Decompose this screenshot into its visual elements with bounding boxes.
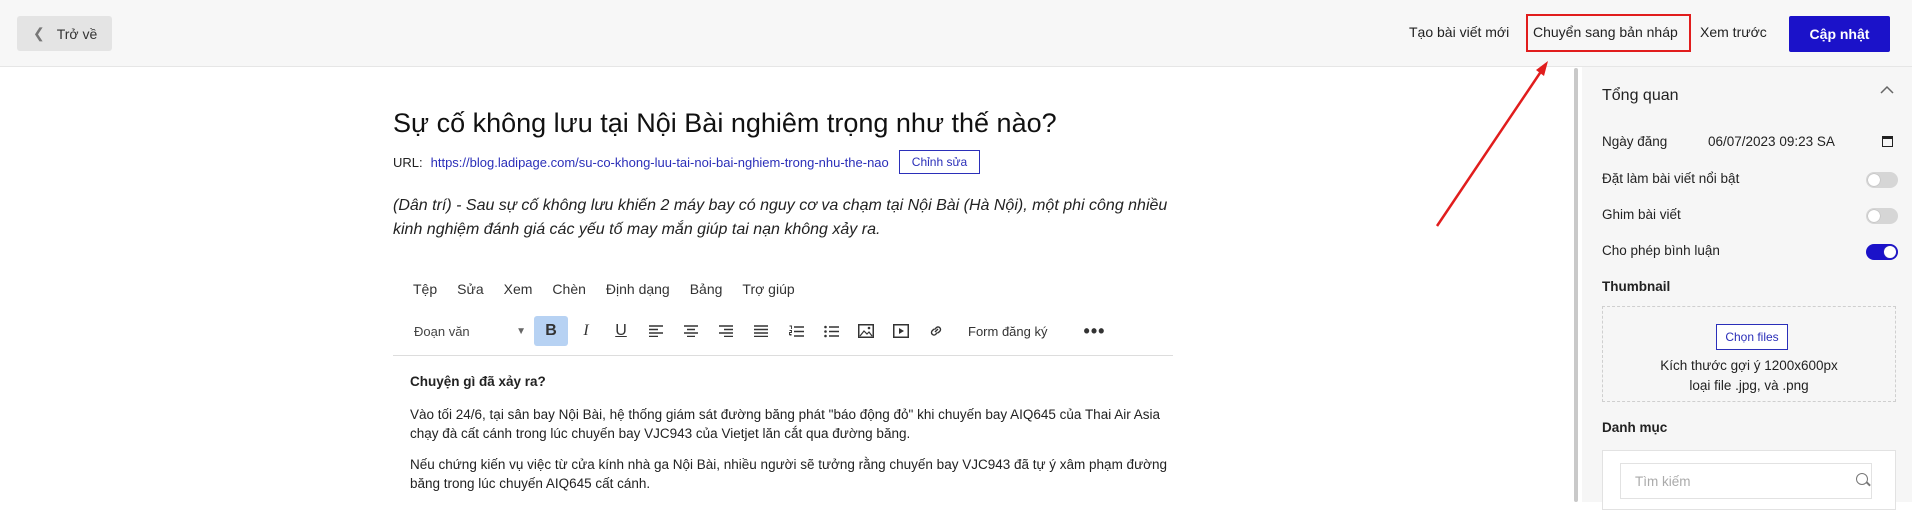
menu-edit[interactable]: Sửa <box>457 281 484 297</box>
pin-toggle[interactable] <box>1866 208 1898 224</box>
align-left-button[interactable] <box>639 316 673 346</box>
publish-date-input[interactable]: 06/07/2023 09:23 SA <box>1708 134 1835 149</box>
chevron-down-icon: ▼ <box>516 325 526 337</box>
editor-menubar: Tệp Sửa Xem Chèn Định dạng Bảng Trợ giúp <box>413 281 815 297</box>
content-heading: Chuyện gì đã xảy ra? <box>410 374 546 389</box>
form-register-button[interactable]: Form đăng ký <box>968 324 1047 339</box>
menu-format[interactable]: Định dạng <box>606 281 670 297</box>
editor-toolbar: Đoạn văn ▼ B I U Form đăng ký ••• <box>406 314 1176 348</box>
menu-file[interactable]: Tệp <box>413 281 437 297</box>
paragraph-style-value: Đoạn văn <box>414 323 470 339</box>
thumbnail-size-hint: Kích thước gợi ý 1200x600px <box>1660 358 1838 373</box>
post-excerpt[interactable]: (Dân trí) - Sau sự cố không lưu khiến 2 … <box>393 194 1173 242</box>
category-title: Danh mục <box>1602 420 1668 435</box>
post-url-link[interactable]: https://blog.ladipage.com/su-co-khong-lu… <box>431 155 889 170</box>
editor-content[interactable]: Chuyện gì đã xảy ra? Vào tối 24/6, tại s… <box>410 372 1170 505</box>
publish-date-label: Ngày đăng <box>1602 134 1668 149</box>
choose-files-button[interactable]: Chọn files <box>1716 324 1788 350</box>
calendar-icon[interactable] <box>1882 136 1893 147</box>
url-row: URL: https://blog.ladipage.com/su-co-kho… <box>393 150 981 174</box>
category-search-input[interactable] <box>1620 463 1872 499</box>
justify-button[interactable] <box>744 316 778 346</box>
underline-button[interactable]: U <box>604 316 638 346</box>
video-icon <box>893 324 909 338</box>
align-center-button[interactable] <box>674 316 708 346</box>
edit-url-button[interactable]: Chỉnh sửa <box>898 150 981 174</box>
url-label: URL: <box>393 154 423 170</box>
allow-comments-label: Cho phép bình luận <box>1602 243 1720 258</box>
pin-label: Ghim bài viết <box>1602 207 1681 222</box>
thumbnail-type-hint: loại file .jpg, và .png <box>1689 378 1809 393</box>
menu-insert[interactable]: Chèn <box>552 281 585 297</box>
paragraph-style-select[interactable]: Đoạn văn ▼ <box>406 317 534 345</box>
featured-toggle[interactable] <box>1866 172 1898 188</box>
bullet-list-icon <box>823 325 839 337</box>
overview-heading[interactable]: Tổng quan <box>1602 87 1679 105</box>
menu-help[interactable]: Trợ giúp <box>742 281 794 297</box>
align-left-icon <box>649 325 663 337</box>
italic-button[interactable]: I <box>569 316 603 346</box>
insert-link-button[interactable] <box>919 316 953 346</box>
more-options-button[interactable]: ••• <box>1077 316 1111 346</box>
thumbnail-title: Thumbnail <box>1602 279 1671 294</box>
menu-table[interactable]: Bảng <box>690 281 723 297</box>
bullet-list-button[interactable] <box>814 316 848 346</box>
bold-button[interactable]: B <box>534 316 568 346</box>
toolbar-divider <box>393 355 1173 356</box>
align-right-button[interactable] <box>709 316 743 346</box>
content-paragraph: Vào tối 24/6, tại sân bay Nội Bài, hệ th… <box>410 407 1160 441</box>
main-scrollbar[interactable] <box>1574 68 1578 502</box>
insert-media-button[interactable] <box>884 316 918 346</box>
search-icon[interactable] <box>1856 473 1868 485</box>
image-icon <box>858 324 874 338</box>
link-icon <box>930 326 942 336</box>
numbered-list-icon <box>788 325 804 337</box>
content-paragraph: Nếu chứng kiến vụ việc từ cửa kính nhà g… <box>410 457 1167 491</box>
numbered-list-button[interactable] <box>779 316 813 346</box>
align-center-icon <box>684 325 698 337</box>
insert-image-button[interactable] <box>849 316 883 346</box>
justify-icon <box>754 325 768 337</box>
menu-view[interactable]: Xem <box>504 281 533 297</box>
align-right-icon <box>719 325 733 337</box>
allow-comments-toggle[interactable] <box>1866 244 1898 260</box>
chevron-up-icon[interactable] <box>1880 85 1894 94</box>
post-title[interactable]: Sự cố không lưu tại Nội Bài nghiêm trọng… <box>393 108 1057 139</box>
featured-label: Đặt làm bài viết nổi bật <box>1602 171 1740 186</box>
more-icon: ••• <box>1083 320 1106 341</box>
